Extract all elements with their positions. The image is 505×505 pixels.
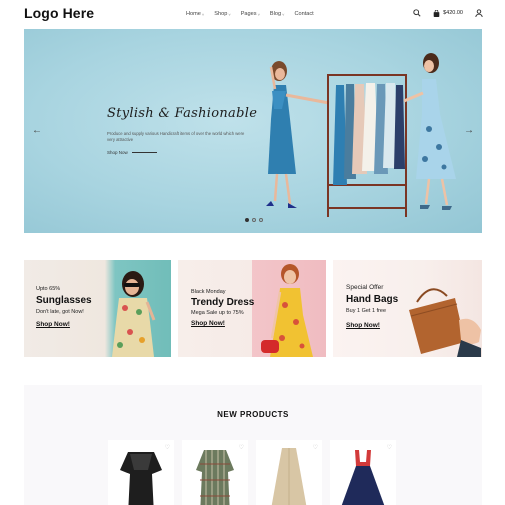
promo-model-image <box>261 264 313 357</box>
promo-banner-trendy-dress[interactable]: Black Monday Trendy Dress Mega Sale up t… <box>178 260 326 357</box>
header-icons: $420.00 <box>413 9 483 17</box>
promo-1-kicker: Upto 65% <box>36 286 61 292</box>
nav-contact[interactable]: Contact <box>294 11 313 17</box>
nav-blog[interactable]: Blog ˅ <box>270 11 285 17</box>
site-header: Logo Here Home ˅ Shop ˅ Pages ˅ Blog ˅ Conta… <box>0 0 505 28</box>
nav-home-label: Home <box>186 11 201 17</box>
promo-3-subtitle: Buy 1 Get 1 free <box>346 308 387 314</box>
nav-shop[interactable]: Shop ˅ <box>214 11 230 17</box>
nav-home[interactable]: Home ˅ <box>186 11 204 17</box>
section-title: NEW PRODUCTS <box>217 410 289 419</box>
logo[interactable]: Logo Here <box>24 5 94 21</box>
hero-shop-now-button[interactable]: Shop Now <box>107 150 157 155</box>
promo-3-shop-now[interactable]: Shop Now! <box>346 322 380 329</box>
slider-prev-arrow-icon[interactable]: ← <box>32 125 42 136</box>
nav-pages[interactable]: Pages ˅ <box>241 11 260 17</box>
shopping-bag-icon <box>433 9 440 17</box>
product-card[interactable]: ♡ <box>330 440 396 505</box>
promo-banner-sunglasses[interactable]: Upto 65% Sunglasses Don't late, got Now!… <box>24 260 171 357</box>
cta-underline <box>131 152 157 153</box>
slider-dots <box>245 218 263 222</box>
heart-icon[interactable]: ♡ <box>387 444 392 451</box>
nav-blog-label: Blog <box>269 11 282 17</box>
promo-3-kicker: Special Offer <box>346 284 384 291</box>
cart-button[interactable]: $420.00 <box>433 9 463 17</box>
promo-2-title: Trendy Dress <box>191 297 255 308</box>
slider-dot-3[interactable] <box>259 218 263 222</box>
promo-2-shop-now[interactable]: Shop Now! <box>191 320 225 327</box>
heart-icon[interactable]: ♡ <box>239 444 244 451</box>
cart-total: $420.00 <box>443 10 463 16</box>
heart-icon[interactable]: ♡ <box>313 444 318 451</box>
promo-1-shop-now[interactable]: Shop Now! <box>36 321 70 328</box>
nav-shop-label: Shop <box>214 11 228 17</box>
slider-dot-1[interactable] <box>245 218 249 222</box>
promo-1-title: Sunglasses <box>36 295 92 306</box>
main-nav: Home ˅ Shop ˅ Pages ˅ Blog ˅ Contact <box>186 11 314 17</box>
product-card[interactable]: ♡ <box>108 440 174 505</box>
hero-shop-now-label: Shop Now <box>107 150 128 155</box>
chevron-down-icon: ˅ <box>228 11 231 17</box>
slider-dot-2[interactable] <box>252 218 256 222</box>
hero-title: Stylish & Fashionable <box>107 106 258 121</box>
promo-1-subtitle: Don't late, got Now! <box>36 309 84 315</box>
new-products-section: NEW PRODUCTS ♡ ♡ ♡ ♡ <box>24 385 482 505</box>
product-card[interactable]: ♡ <box>256 440 322 505</box>
slider-next-arrow-icon[interactable]: → <box>464 125 474 136</box>
hero-subtitle: Produce and supply various Handicraft it… <box>107 131 245 142</box>
promo-2-subtitle: Mega Sale up to 75% <box>191 310 244 316</box>
user-icon[interactable] <box>475 9 483 17</box>
hero-image <box>266 53 456 217</box>
search-icon[interactable] <box>413 9 421 17</box>
chevron-down-icon: ˅ <box>257 11 260 17</box>
hero-slider: Stylish & Fashionable Produce and supply… <box>24 29 482 233</box>
promo-2-kicker: Black Monday <box>191 289 226 295</box>
nav-pages-label: Pages <box>240 11 257 17</box>
heart-icon[interactable]: ♡ <box>165 444 170 451</box>
product-card[interactable]: ♡ <box>182 440 248 505</box>
chevron-down-icon: ˅ <box>201 11 205 17</box>
promo-3-title: Hand Bags <box>346 294 399 305</box>
promo-banner-hand-bags[interactable]: Special Offer Hand Bags Buy 1 Get 1 free… <box>333 260 482 357</box>
chevron-down-icon: ˅ <box>282 11 285 17</box>
nav-contact-label: Contact <box>294 11 314 17</box>
